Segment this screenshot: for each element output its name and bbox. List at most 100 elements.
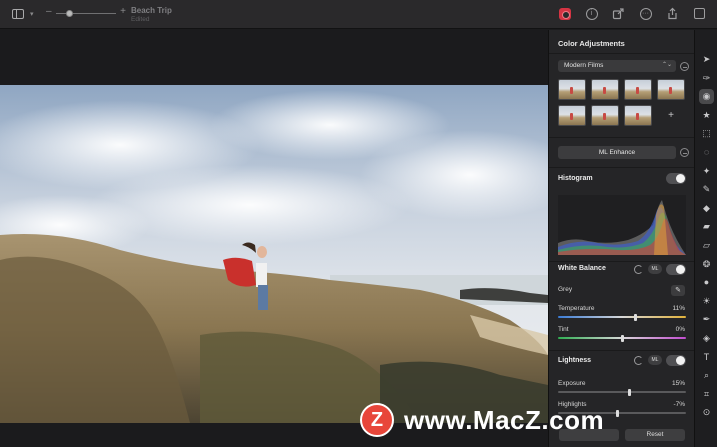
lightness-title: Lightness (558, 357, 592, 364)
shapes-tool-icon[interactable]: ◈ (699, 331, 714, 346)
divider (549, 137, 695, 138)
clone-tool-icon[interactable]: ❂ (699, 257, 714, 272)
ml-badge[interactable]: ML (648, 264, 662, 274)
panel-title: Color Adjustments (558, 39, 625, 48)
text-tool-icon[interactable]: T (699, 350, 714, 365)
histogram-curves (558, 200, 686, 255)
divider (549, 53, 695, 54)
pen-path-tool-icon[interactable]: ✒ (699, 312, 714, 327)
ml-enhance-button[interactable]: ML Enhance (558, 146, 676, 159)
white-balance-title: White Balance (558, 265, 606, 272)
more-tool-icon[interactable]: ⊙ (699, 405, 714, 420)
arrow-tool-icon[interactable]: ➤ (699, 52, 714, 67)
preset-select[interactable]: Modern Films ⌃⌄ (558, 60, 676, 72)
tint-slider[interactable] (558, 334, 686, 342)
zoom-tool-icon[interactable]: ⌕ (699, 368, 714, 383)
sidebar-icon (12, 9, 24, 19)
preset-select-value: Modern Films (564, 62, 604, 69)
info-icon: i (585, 7, 598, 20)
highlights-slider-knob[interactable] (615, 409, 619, 417)
preset-thumbnail[interactable] (558, 79, 586, 100)
exposure-slider-knob[interactable] (628, 388, 631, 396)
photo[interactable] (0, 85, 548, 423)
preset-thumbnail[interactable] (657, 79, 685, 100)
sun-tool-icon[interactable]: ☀ (699, 294, 714, 309)
photo-image (0, 85, 548, 423)
temperature-value: 11% (672, 305, 685, 312)
white-balance-toggle[interactable] (666, 264, 686, 275)
zoom-knob[interactable] (66, 10, 73, 17)
magic-wand-tool-icon[interactable]: ✦ (699, 164, 714, 179)
select-rect-tool-icon[interactable]: ⬚ (699, 126, 714, 141)
sidebar-toggle-button[interactable] (10, 7, 26, 21)
tint-label: Tint (558, 326, 569, 333)
toolbar-right-group: i ··· (557, 6, 707, 21)
preset-thumbnail[interactable] (624, 105, 652, 126)
temperature-label: Temperature (558, 305, 595, 312)
watermark-text: www.MacZ.com (404, 404, 605, 435)
temperature-slider[interactable] (558, 313, 686, 321)
zoom-slider[interactable]: – + (46, 6, 126, 20)
histogram-title: Histogram (558, 175, 593, 182)
export-button[interactable] (665, 6, 680, 21)
exposure-slider[interactable] (558, 388, 686, 396)
magic-red-icon (558, 7, 571, 20)
lightness-toggle[interactable] (666, 355, 686, 366)
exposure-value: 15% (671, 380, 685, 387)
smudge-tool-icon[interactable]: ▱ (699, 238, 714, 253)
reset-button[interactable]: Reset (625, 429, 685, 441)
more-button[interactable]: ··· (638, 6, 653, 21)
add-preset-button[interactable]: + (657, 105, 685, 126)
histogram-graph (558, 195, 686, 255)
export-icon (668, 7, 677, 20)
preset-thumbnail[interactable] (591, 79, 619, 100)
grey-label: Grey (558, 286, 573, 293)
gradient-tool-icon[interactable]: ● (699, 275, 714, 290)
window-icon (694, 8, 705, 19)
eraser-tool-icon[interactable]: ▰ (699, 219, 714, 234)
select-arrows-icon: ⌃⌄ (661, 62, 672, 68)
remove-ml-enhance-icon[interactable] (680, 148, 689, 157)
image-canvas[interactable] (0, 30, 548, 447)
reset-icon[interactable] (634, 265, 643, 274)
tint-slider-knob[interactable] (620, 334, 624, 342)
watermark: Z www.MacZ.com (360, 400, 604, 440)
panel-toggle-button[interactable] (692, 6, 707, 21)
adjustments-panel: Color Adjustments Modern Films ⌃⌄ + ML E… (548, 30, 695, 447)
share-button[interactable] (611, 6, 626, 21)
zoom-track (56, 13, 116, 14)
preset-thumbnail[interactable] (591, 105, 619, 126)
preset-thumbnail[interactable] (624, 79, 652, 100)
histogram-toggle[interactable] (666, 173, 686, 184)
document-title: Beach Trip (131, 6, 172, 15)
reset-icon[interactable] (634, 356, 643, 365)
brush-tool-icon[interactable]: ✎ (699, 182, 714, 197)
chevron-down-icon[interactable]: ▾ (30, 10, 34, 18)
top-toolbar: ▾ – + Beach Trip Edited i ··· (0, 0, 717, 29)
divider (549, 350, 695, 351)
remove-preset-icon[interactable] (680, 62, 689, 71)
star-tool-icon[interactable]: ★ (699, 108, 714, 123)
ml-magic-button[interactable] (557, 6, 572, 21)
info-button[interactable]: i (584, 6, 599, 21)
tool-rail: ➤ ✑ ◉ ★ ⬚ ◌ ✦ ✎ ◆ ▰ ▱ ❂ ● ☀ ✒ ◈ T ⌕ ⌗ ⊙ (694, 30, 717, 447)
divider (549, 261, 695, 262)
color-adjust-tool-icon[interactable]: ◉ (699, 89, 714, 105)
temperature-slider-knob[interactable] (634, 313, 638, 321)
ml-badge[interactable]: ML (648, 355, 662, 365)
crop-tool-icon[interactable]: ⌗ (699, 387, 714, 402)
share-arrow-icon (612, 8, 624, 20)
preset-thumbnail[interactable] (558, 105, 586, 126)
lasso-tool-icon[interactable]: ◌ (699, 145, 714, 160)
divider (549, 167, 695, 168)
toolbar-left-group: ▾ (10, 7, 34, 21)
tint-value: 0% (675, 326, 685, 333)
more-icon: ··· (639, 7, 652, 20)
bucket-tool-icon[interactable]: ◆ (699, 201, 714, 216)
zoom-out-icon[interactable]: – (46, 6, 52, 17)
zoom-in-icon[interactable]: + (120, 6, 126, 17)
eyedropper-button[interactable]: ✎ (671, 285, 685, 296)
exposure-label: Exposure (558, 380, 586, 387)
watermark-logo: Z (360, 403, 394, 437)
pen-tool-icon[interactable]: ✑ (699, 71, 714, 86)
